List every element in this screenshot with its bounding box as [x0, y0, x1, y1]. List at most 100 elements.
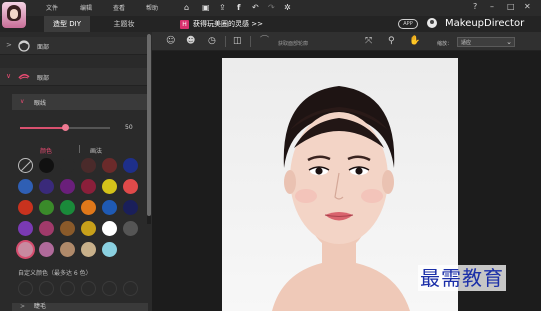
- color-swatch[interactable]: [102, 242, 117, 257]
- toolbar-divider: [250, 36, 251, 47]
- settings-icon[interactable]: ✲: [284, 3, 291, 12]
- app-button[interactable]: APP: [398, 19, 418, 29]
- custom-color-slot[interactable]: [60, 281, 75, 296]
- chevron-right-icon: >: [6, 41, 12, 49]
- undo-icon[interactable]: ↶: [252, 3, 259, 12]
- color-swatch[interactable]: [18, 179, 33, 194]
- face-detect-icon[interactable]: ☺: [166, 36, 175, 46]
- menu-view[interactable]: 查看: [113, 3, 125, 12]
- tab-diy[interactable]: 造型 DIY: [44, 16, 90, 32]
- contour-icon[interactable]: ⌒: [260, 36, 269, 46]
- color-swatch[interactable]: [81, 242, 96, 257]
- color-swatch[interactable]: [81, 179, 96, 194]
- custom-color-slot[interactable]: [81, 281, 96, 296]
- custom-color-slot[interactable]: [102, 281, 117, 296]
- canvas-toolbar: ☺ ☻ ◷ ◫ ⌒ 获取面部轮廓 ⤧ ⚲ ✋ 缩放： 适应 ⌄: [152, 32, 541, 51]
- maximize-button[interactable]: □: [507, 2, 515, 11]
- custom-color-slot[interactable]: [123, 281, 138, 296]
- promo-link[interactable]: 获得玩美圈的灵感 >>: [193, 19, 263, 29]
- color-swatch[interactable]: [81, 200, 96, 215]
- menu-file[interactable]: 文件: [46, 3, 58, 12]
- custom-color-slot[interactable]: [18, 281, 33, 296]
- contour-label: 获取面部轮廓: [278, 41, 309, 47]
- eye-icon: [18, 74, 30, 80]
- color-swatch[interactable]: [60, 200, 75, 215]
- slider-thumb[interactable]: [62, 124, 69, 131]
- no-color-swatch[interactable]: [18, 158, 33, 173]
- subsection-eyelash[interactable]: > 睫毛: [12, 303, 148, 311]
- color-swatch[interactable]: [60, 158, 75, 173]
- section-face[interactable]: > 面部: [0, 37, 148, 55]
- chevron-down-icon: ⌄: [506, 38, 512, 46]
- chevron-down-icon: ∨: [20, 98, 25, 105]
- zoom-value: 适应: [461, 40, 472, 46]
- zoom-icon[interactable]: ⚲: [388, 36, 395, 46]
- facebook-icon[interactable]: f: [237, 3, 240, 12]
- section-eye[interactable]: ∨ 眼部: [0, 68, 148, 86]
- brand-name: MakeupDirector: [445, 18, 525, 29]
- color-swatch[interactable]: [123, 179, 138, 194]
- subsection-eyelash-label: 睫毛: [34, 303, 47, 310]
- custom-color-label: 自定义颜色（最多达 6 色）: [18, 270, 92, 277]
- watermark-logo: 最需教育: [418, 265, 506, 291]
- compare-icon[interactable]: ◫: [233, 36, 242, 46]
- share-icon[interactable]: ⇪: [219, 3, 226, 12]
- chevron-right-icon: >: [20, 303, 26, 310]
- color-swatch[interactable]: [60, 242, 75, 257]
- title-bar: 文件 编辑 查看 帮助 ⌂ ▣ ⇪ f ↶ ↷ ✲ ? – □ ✕: [0, 0, 541, 16]
- app-logo: [2, 2, 26, 28]
- redo-icon[interactable]: ↷: [268, 3, 275, 12]
- save-icon[interactable]: ▣: [202, 3, 210, 12]
- color-swatch[interactable]: [102, 158, 117, 173]
- menu-edit[interactable]: 编辑: [80, 3, 92, 12]
- color-swatch[interactable]: [39, 242, 54, 257]
- color-swatch[interactable]: [18, 200, 33, 215]
- chevron-down-icon: ∨: [6, 72, 12, 80]
- color-swatch[interactable]: [123, 200, 138, 215]
- subsection-eyeliner[interactable]: ∨ 眼线: [12, 94, 148, 110]
- section-face-label: 面部: [37, 44, 50, 51]
- sidebar-scrollbar[interactable]: [147, 34, 151, 224]
- color-swatch[interactable]: [102, 179, 117, 194]
- fit-screen-icon[interactable]: ⤧: [365, 36, 372, 46]
- color-swatch[interactable]: [123, 221, 138, 236]
- scroll-thumb[interactable]: [147, 34, 151, 216]
- face-icon: [18, 40, 30, 52]
- tab-color[interactable]: 颜色: [40, 146, 52, 155]
- color-swatch[interactable]: [39, 158, 54, 173]
- minimize-button[interactable]: –: [490, 2, 494, 11]
- color-swatch[interactable]: [18, 221, 33, 236]
- color-swatch[interactable]: [18, 242, 33, 257]
- close-button[interactable]: ✕: [524, 2, 531, 11]
- history-icon[interactable]: ◷: [208, 36, 216, 46]
- slider-value: 50: [125, 124, 133, 131]
- color-swatch[interactable]: [39, 221, 54, 236]
- help-button[interactable]: ?: [473, 2, 477, 11]
- subsection-eyeliner-label: 眼线: [34, 100, 47, 107]
- color-swatch[interactable]: [102, 221, 117, 236]
- profile-icon[interactable]: [427, 18, 437, 28]
- toolbar-divider: [225, 36, 226, 47]
- color-swatch[interactable]: [39, 179, 54, 194]
- tab-theme-makeup[interactable]: 主题妆: [96, 16, 152, 32]
- pan-hand-icon[interactable]: ✋: [409, 36, 420, 46]
- color-swatch[interactable]: [60, 221, 75, 236]
- color-swatch[interactable]: [123, 158, 138, 173]
- color-swatch[interactable]: [81, 158, 96, 173]
- intensity-slider[interactable]: [20, 124, 110, 131]
- slider-fill: [20, 127, 65, 129]
- home-icon[interactable]: ⌂: [184, 3, 189, 12]
- tab-divider: [79, 145, 80, 153]
- custom-color-slot[interactable]: [39, 281, 54, 296]
- color-swatch[interactable]: [39, 200, 54, 215]
- menu-help[interactable]: 帮助: [146, 3, 158, 12]
- zoom-select[interactable]: 适应 ⌄: [457, 37, 515, 47]
- promo-badge: H: [180, 20, 189, 29]
- zoom-label: 缩放：: [437, 41, 453, 47]
- color-swatch[interactable]: [81, 221, 96, 236]
- tab-style[interactable]: 画法: [90, 146, 102, 155]
- section-eye-label: 眼部: [37, 75, 50, 82]
- profile-edit-icon[interactable]: ☻: [186, 36, 195, 46]
- color-swatch[interactable]: [60, 179, 75, 194]
- color-swatch[interactable]: [102, 200, 117, 215]
